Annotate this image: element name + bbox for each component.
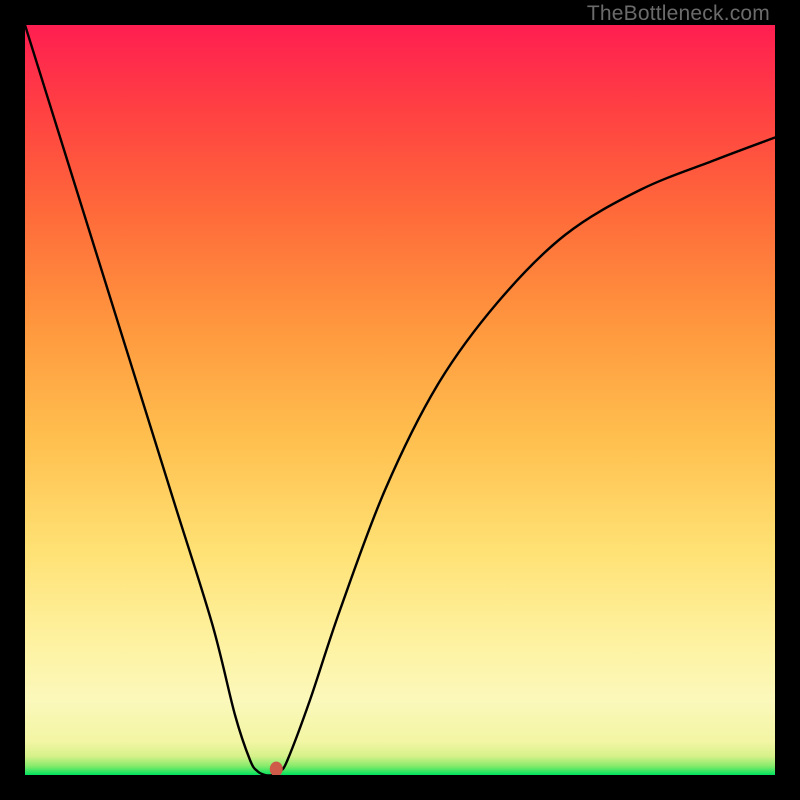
bottleneck-chart (25, 25, 775, 775)
watermark-text: TheBottleneck.com (587, 2, 770, 26)
chart-frame (25, 25, 775, 775)
gradient-background (25, 25, 775, 775)
